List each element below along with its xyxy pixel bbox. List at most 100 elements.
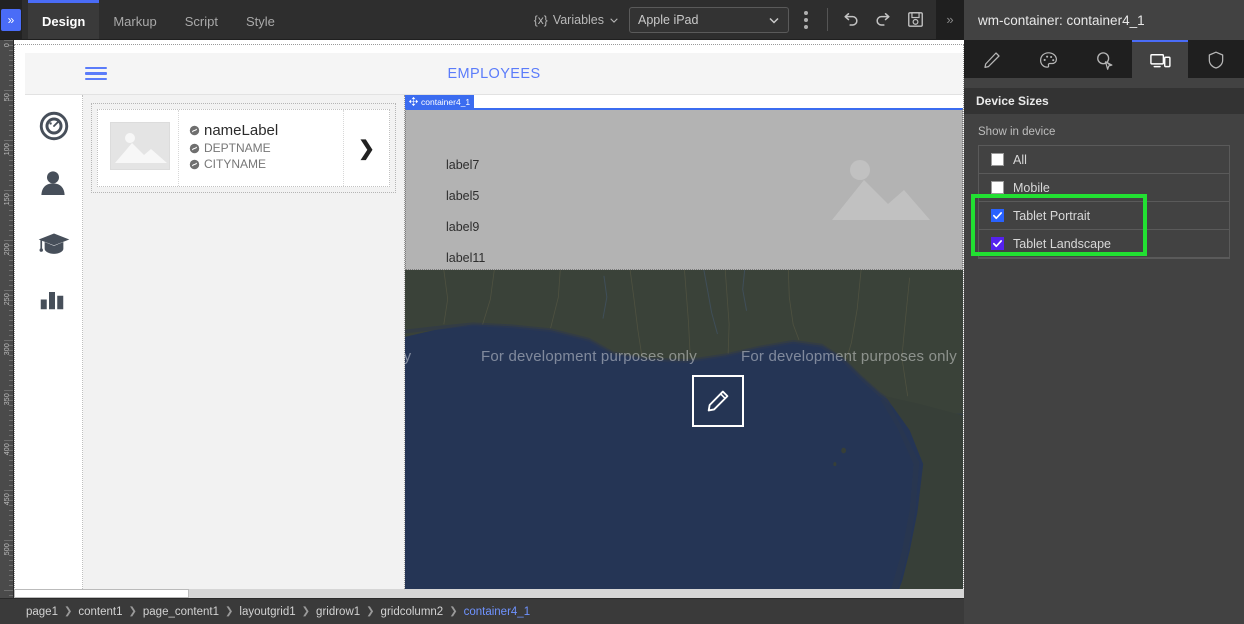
breadcrumb-separator: ❯ bbox=[449, 606, 457, 617]
kebab-menu-icon[interactable] bbox=[793, 11, 819, 29]
selected-widget-name: container4_1 bbox=[421, 97, 470, 107]
tab-markup[interactable]: Markup bbox=[99, 0, 170, 39]
toolbar-divider bbox=[827, 8, 828, 31]
device-select[interactable]: Apple iPad bbox=[629, 7, 789, 33]
checkmark-icon bbox=[992, 238, 1003, 249]
selected-widget-badge: container4_1 bbox=[405, 95, 474, 108]
tab-script[interactable]: Script bbox=[171, 0, 232, 39]
user-icon[interactable] bbox=[37, 167, 71, 201]
graduation-cap-icon[interactable] bbox=[37, 225, 71, 259]
city-label: CITYNAME bbox=[204, 157, 266, 171]
device-row-all[interactable]: All bbox=[979, 146, 1229, 174]
name-binding-row: nameLabel bbox=[189, 122, 339, 139]
detail-label[interactable]: label11 bbox=[446, 251, 962, 265]
detail-column: container4_1 label7label5label9label11 bbox=[405, 95, 963, 595]
breadcrumb-item-content1[interactable]: content1 bbox=[78, 606, 122, 618]
ruler-label: 200 bbox=[4, 243, 11, 255]
tab-style[interactable]: Style bbox=[232, 0, 289, 39]
bar-chart-icon[interactable] bbox=[37, 283, 71, 317]
map-widget[interactable]: only For development purposes only For d… bbox=[405, 270, 963, 595]
shield-security-icon bbox=[1206, 50, 1226, 70]
device-label: Tablet Landscape bbox=[1013, 237, 1111, 251]
map-watermark-partial: only bbox=[405, 348, 411, 365]
pencil-edit-icon bbox=[705, 388, 731, 414]
scrollbar-thumb[interactable] bbox=[14, 589, 189, 598]
undo-button[interactable] bbox=[836, 5, 866, 35]
breadcrumb-item-gridrow1[interactable]: gridrow1 bbox=[316, 606, 360, 618]
ruler-label: 250 bbox=[4, 293, 11, 305]
variables-x-icon: {x} bbox=[534, 13, 548, 27]
checkbox-mobile[interactable] bbox=[991, 181, 1004, 194]
save-button[interactable] bbox=[900, 5, 930, 35]
container4-1-panel[interactable]: label7label5label9label11 bbox=[405, 108, 963, 270]
tab-style-label: Style bbox=[246, 14, 275, 29]
tab-design-label: Design bbox=[42, 14, 85, 29]
tab-security[interactable] bbox=[1188, 40, 1244, 78]
checkbox-tablet-portrait[interactable] bbox=[991, 209, 1004, 222]
dashboard-icon[interactable] bbox=[37, 109, 71, 143]
tab-devices[interactable] bbox=[1132, 40, 1188, 78]
design-canvas[interactable]: EMPLOYEES bbox=[14, 40, 964, 598]
ruler-label: 450 bbox=[4, 493, 11, 505]
tab-markup-label: Markup bbox=[113, 14, 156, 29]
tab-style[interactable] bbox=[1020, 40, 1076, 78]
employee-list-wrapper: nameLabel DEPTNAME bbox=[91, 103, 396, 193]
right-panel-title: wm-container: container4_1 bbox=[964, 0, 1244, 40]
toolbar-spacer bbox=[289, 0, 534, 39]
device-row-mobile[interactable]: Mobile bbox=[979, 174, 1229, 202]
checkbox-tablet-landscape[interactable] bbox=[991, 237, 1004, 250]
device-sizes-section-title: Device Sizes bbox=[964, 88, 1244, 114]
app-designer-window: » Design Markup Script Style {x} Variabl… bbox=[0, 0, 1244, 624]
chevron-right-icon[interactable]: ❯ bbox=[343, 110, 389, 186]
tab-design[interactable]: Design bbox=[28, 0, 99, 39]
chevron-double-right-icon: » bbox=[946, 12, 953, 27]
breadcrumb-separator: ❯ bbox=[302, 606, 310, 617]
tab-properties[interactable] bbox=[964, 40, 1020, 78]
variables-button[interactable]: {x} Variables bbox=[534, 0, 629, 39]
breadcrumb-item-page_content1[interactable]: page_content1 bbox=[143, 606, 219, 618]
ruler-label: 350 bbox=[4, 393, 11, 405]
map-watermark: For development purposes only bbox=[481, 348, 697, 365]
tab-events[interactable] bbox=[1076, 40, 1132, 78]
name-label: nameLabel bbox=[204, 122, 278, 139]
ruler-label: 500 bbox=[4, 543, 11, 555]
cursor-events-icon bbox=[1094, 50, 1115, 71]
device-label: Mobile bbox=[1013, 181, 1050, 195]
chevron-down-icon bbox=[768, 14, 780, 26]
breadcrumb-item-gridcolumn2[interactable]: gridcolumn2 bbox=[381, 606, 444, 618]
redo-button[interactable] bbox=[868, 5, 898, 35]
right-panel-tabs bbox=[964, 40, 1244, 78]
map-edit-button[interactable] bbox=[692, 375, 744, 427]
device-label: All bbox=[1013, 153, 1027, 167]
employee-card-body: nameLabel DEPTNAME bbox=[178, 110, 343, 186]
image-placeholder-icon bbox=[826, 142, 936, 232]
breadcrumb-separator: ❯ bbox=[129, 606, 137, 617]
canvas-horizontal-scrollbar[interactable] bbox=[14, 589, 964, 598]
device-row-tablet-portrait[interactable]: Tablet Portrait bbox=[979, 202, 1229, 230]
breadcrumb-separator: ❯ bbox=[64, 606, 72, 617]
device-checkbox-list: All Mobile Tablet Portrait Tablet Landscape bbox=[978, 145, 1230, 259]
breadcrumb-item-layoutgrid1[interactable]: layoutgrid1 bbox=[239, 606, 295, 618]
breadcrumb-item-container4_1[interactable]: container4_1 bbox=[464, 606, 531, 618]
right-properties-panel: wm-container: container4_1 bbox=[964, 0, 1244, 624]
left-panel-collapse[interactable]: » bbox=[0, 0, 22, 39]
employee-card[interactable]: nameLabel DEPTNAME bbox=[97, 109, 390, 187]
move-handle-icon bbox=[409, 97, 418, 106]
preview-app-header: EMPLOYEES bbox=[25, 53, 963, 95]
dept-label: DEPTNAME bbox=[204, 141, 271, 155]
map-watermark: For development purposes only bbox=[741, 348, 957, 365]
checkbox-all[interactable] bbox=[991, 153, 1004, 166]
image-placeholder-icon bbox=[110, 122, 170, 170]
device-row-tablet-landscape[interactable]: Tablet Landscape bbox=[979, 230, 1229, 258]
breadcrumb: page1 ❯ content1 ❯ page_content1 ❯ layoutgrid1… bbox=[0, 598, 964, 624]
breadcrumb-item-page1[interactable]: page1 bbox=[26, 606, 58, 618]
right-panel-toggle[interactable]: » bbox=[936, 0, 964, 39]
device-preview-frame: EMPLOYEES bbox=[14, 44, 964, 596]
chevron-double-right-icon[interactable]: » bbox=[1, 9, 21, 31]
undo-icon bbox=[841, 10, 861, 30]
pencil-properties-icon bbox=[982, 50, 1002, 70]
breadcrumb-separator: ❯ bbox=[225, 606, 233, 617]
vertical-ruler: 050100150200250300350400450500 bbox=[0, 40, 14, 598]
ruler-label: 150 bbox=[4, 193, 11, 205]
device-select-value: Apple iPad bbox=[638, 13, 768, 27]
